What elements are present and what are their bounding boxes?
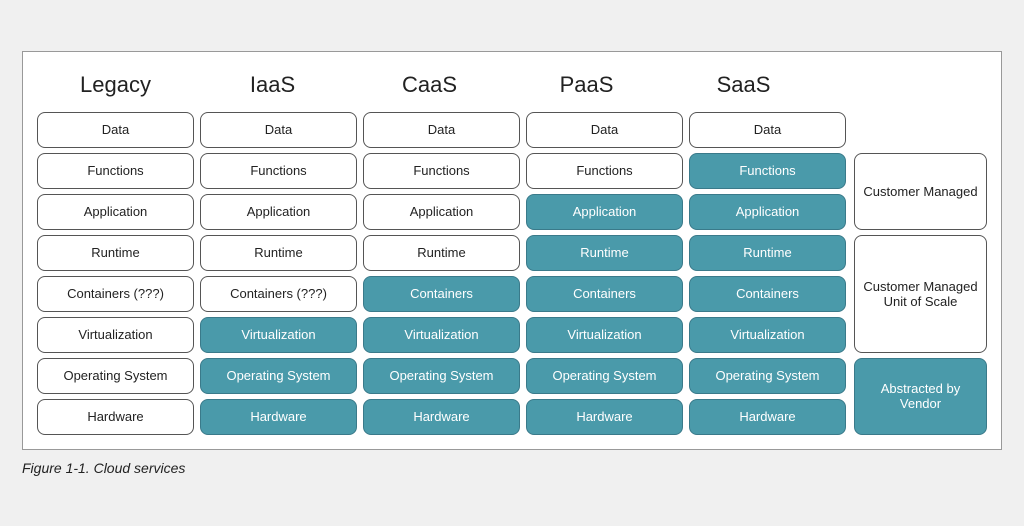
legacy-os: Operating System (37, 358, 194, 394)
header-caas: CaaS (351, 68, 508, 102)
caas-os: Operating System (363, 358, 520, 394)
saas-runtime: Runtime (689, 235, 846, 271)
legend-area: Customer Managed Customer Managed Unit o… (854, 112, 987, 435)
paas-functions: Functions (526, 153, 683, 189)
paas-application: Application (526, 194, 683, 230)
column-paas: Data Functions Application Runtime Conta… (526, 112, 683, 435)
caas-functions: Functions (363, 153, 520, 189)
outer-wrapper: Legacy IaaS CaaS PaaS SaaS Data Function… (22, 41, 1002, 486)
legend-spacer-1 (854, 112, 987, 148)
header-paas: PaaS (508, 68, 665, 102)
rows-area: Data Functions Application Runtime Conta… (37, 112, 987, 435)
legend-customer-managed: Customer Managed (854, 153, 987, 230)
saas-data: Data (689, 112, 846, 148)
caas-data: Data (363, 112, 520, 148)
header-iaas: IaaS (194, 68, 351, 102)
iaas-runtime: Runtime (200, 235, 357, 271)
header-saas: SaaS (665, 68, 822, 102)
legend-abstracted: Abstracted by Vendor (854, 358, 987, 435)
iaas-os: Operating System (200, 358, 357, 394)
columns-area: Data Functions Application Runtime Conta… (37, 112, 846, 435)
iaas-virtualization: Virtualization (200, 317, 357, 353)
saas-hardware: Hardware (689, 399, 846, 435)
saas-application: Application (689, 194, 846, 230)
column-caas: Data Functions Application Runtime Conta… (363, 112, 520, 435)
header-legend (822, 68, 972, 102)
legend-customer-managed-unit: Customer Managed Unit of Scale (854, 235, 987, 353)
header-legacy: Legacy (37, 68, 194, 102)
legacy-hardware: Hardware (37, 399, 194, 435)
caas-runtime: Runtime (363, 235, 520, 271)
iaas-application: Application (200, 194, 357, 230)
caas-application: Application (363, 194, 520, 230)
caas-virtualization: Virtualization (363, 317, 520, 353)
paas-os: Operating System (526, 358, 683, 394)
iaas-data: Data (200, 112, 357, 148)
legacy-functions: Functions (37, 153, 194, 189)
caas-containers: Containers (363, 276, 520, 312)
saas-containers: Containers (689, 276, 846, 312)
legacy-data: Data (37, 112, 194, 148)
iaas-containers: Containers (???) (200, 276, 357, 312)
diagram-container: Legacy IaaS CaaS PaaS SaaS Data Function… (22, 51, 1002, 450)
paas-data: Data (526, 112, 683, 148)
iaas-hardware: Hardware (200, 399, 357, 435)
saas-functions: Functions (689, 153, 846, 189)
paas-containers: Containers (526, 276, 683, 312)
paas-runtime: Runtime (526, 235, 683, 271)
iaas-functions: Functions (200, 153, 357, 189)
saas-os: Operating System (689, 358, 846, 394)
legacy-application: Application (37, 194, 194, 230)
column-legacy: Data Functions Application Runtime Conta… (37, 112, 194, 435)
paas-virtualization: Virtualization (526, 317, 683, 353)
column-iaas: Data Functions Application Runtime Conta… (200, 112, 357, 435)
figure-caption: Figure 1-1. Cloud services (22, 460, 1002, 476)
legacy-virtualization: Virtualization (37, 317, 194, 353)
legacy-runtime: Runtime (37, 235, 194, 271)
paas-hardware: Hardware (526, 399, 683, 435)
headers-row: Legacy IaaS CaaS PaaS SaaS (37, 68, 987, 102)
column-saas: Data Functions Application Runtime Conta… (689, 112, 846, 435)
saas-virtualization: Virtualization (689, 317, 846, 353)
caas-hardware: Hardware (363, 399, 520, 435)
legacy-containers: Containers (???) (37, 276, 194, 312)
